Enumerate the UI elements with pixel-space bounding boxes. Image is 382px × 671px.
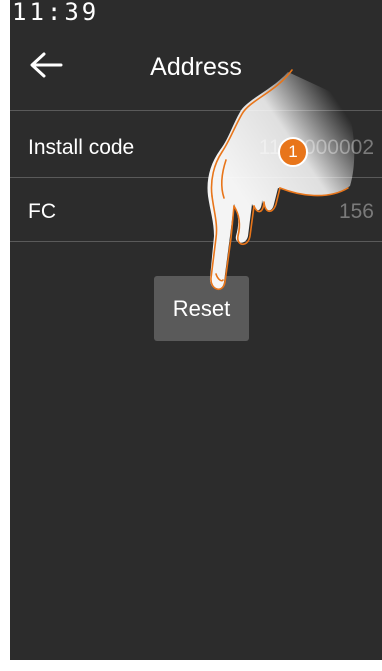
row-divider	[10, 177, 382, 178]
reset-button[interactable]: Reset	[154, 276, 249, 341]
reset-button-label: Reset	[172, 295, 231, 321]
page-title: Address	[150, 53, 242, 81]
status-time: 11:39	[12, 0, 100, 26]
fc-label: FC	[28, 200, 56, 223]
install-code-value: 1100000002	[258, 136, 374, 159]
install-code-label: Install code	[28, 136, 135, 159]
device-screen: 11:39 Address Install code 1100000002 FC…	[10, 0, 382, 660]
header-divider	[10, 110, 382, 111]
row-divider	[10, 241, 382, 242]
fc-value: 156	[338, 200, 374, 223]
step-number-badge: 1	[278, 137, 308, 167]
